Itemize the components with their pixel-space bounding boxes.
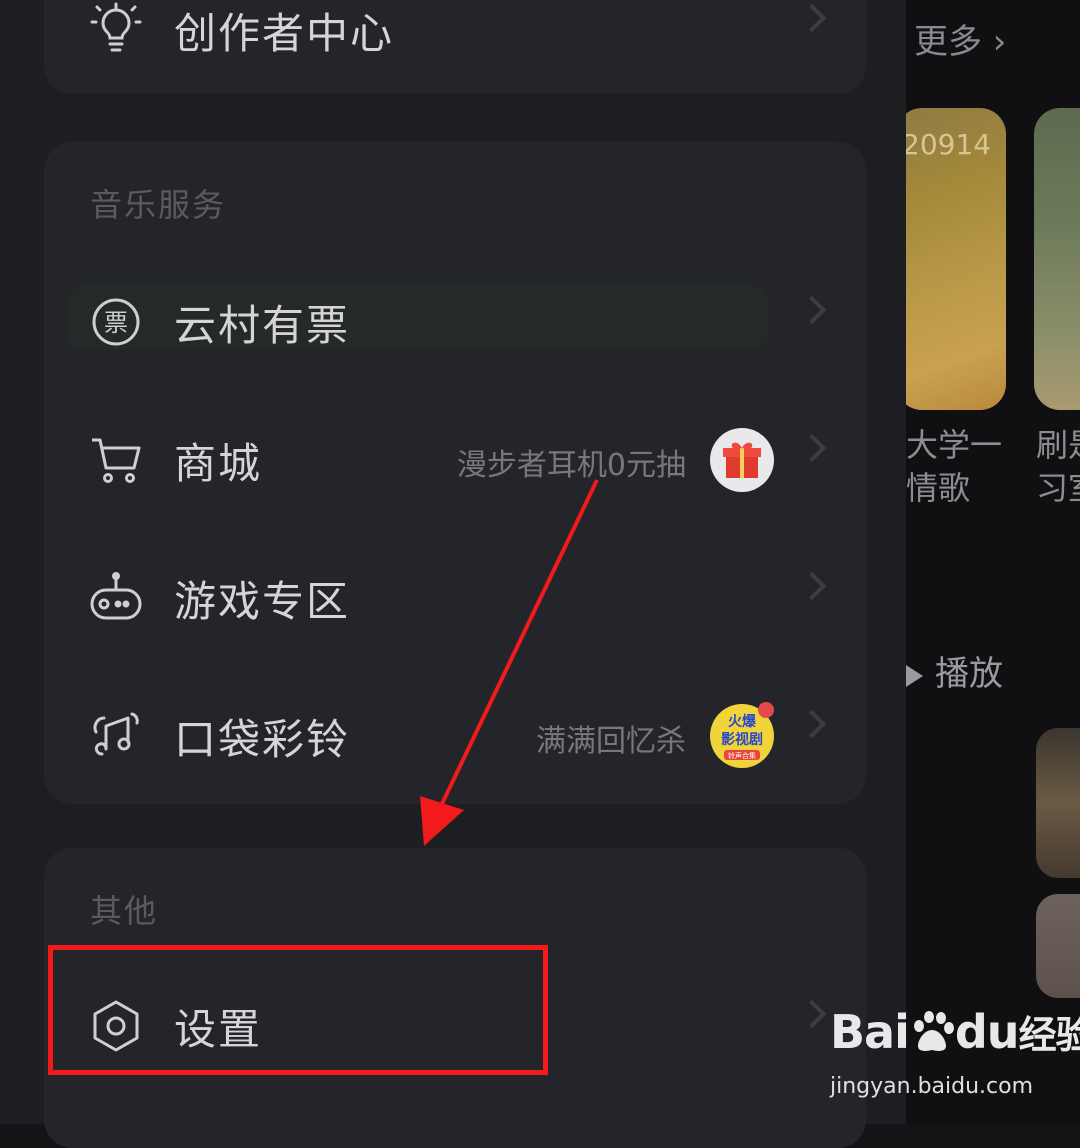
annotation-highlight-box [48,945,548,1075]
baidu-watermark: Bai du经验 jingyan.baidu.com [830,1004,1080,1114]
baidu-logo: Bai du经验 [830,1005,1080,1059]
watermark-url: jingyan.baidu.com [830,1074,1034,1099]
paw-icon [909,1008,955,1054]
